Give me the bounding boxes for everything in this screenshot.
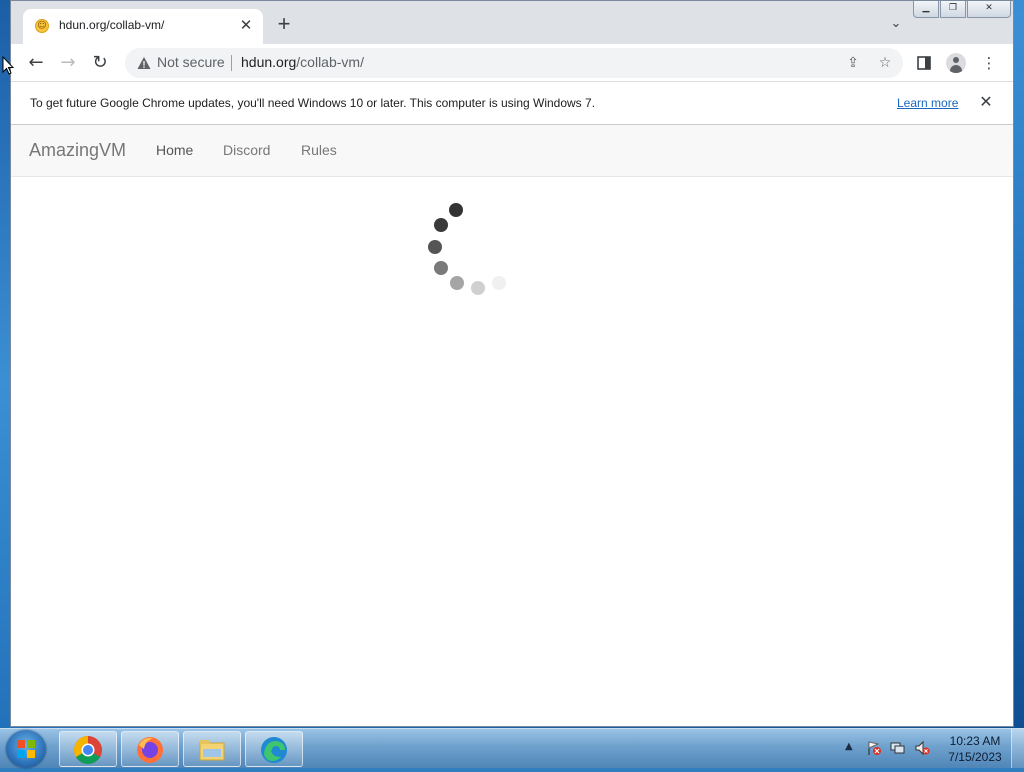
taskbar-chrome[interactable]: [59, 731, 117, 767]
back-arrow-icon[interactable]: ←: [23, 50, 49, 76]
volume-muted-icon[interactable]: [914, 740, 930, 756]
windows-taskbar: ▲ 10:23 AM 7/15/2023: [0, 728, 1024, 768]
kebab-menu-icon[interactable]: ⋮: [977, 51, 1001, 75]
tab-active[interactable]: ☺ hdun.org/collab-vm/ ✕: [23, 9, 263, 44]
tab-strip: ☺ hdun.org/collab-vm/ ✕ + ⌄ ▁ ❐ ✕: [11, 1, 1013, 44]
nav-rules[interactable]: Rules: [301, 142, 337, 158]
edge-icon: [261, 737, 287, 763]
browser-toolbar: ← → ↻ Not secure hdun.org/collab-vm/ ⇪ ☆…: [11, 44, 1013, 81]
network-icon[interactable]: [890, 740, 906, 756]
action-center-flag-icon[interactable]: [866, 740, 882, 756]
web-page: AmazingVM Home Discord Rules: [11, 125, 1013, 726]
forward-arrow-icon[interactable]: →: [55, 50, 81, 76]
address-bar[interactable]: Not secure hdun.org/collab-vm/ ⇪ ☆: [125, 48, 903, 78]
start-button[interactable]: [6, 730, 46, 768]
smiley-favicon-icon: ☺: [35, 19, 49, 33]
url-text[interactable]: hdun.org/collab-vm/: [241, 54, 364, 70]
not-secure-label[interactable]: Not secure: [157, 54, 225, 70]
tab-close-icon[interactable]: ✕: [237, 16, 255, 34]
url-path: /collab-vm/: [296, 54, 364, 70]
taskbar-edge[interactable]: [245, 731, 303, 767]
tab-search-chevron-icon[interactable]: ⌄: [887, 15, 905, 33]
minimize-button[interactable]: ▁: [913, 1, 939, 18]
share-icon[interactable]: ⇪: [843, 53, 863, 73]
system-clock[interactable]: 10:23 AM 7/15/2023: [940, 733, 1010, 765]
mouse-cursor-icon: [2, 56, 14, 75]
tray-expand-icon[interactable]: ▲: [845, 741, 853, 752]
taskbar-explorer[interactable]: [183, 731, 241, 767]
tab-title: hdun.org/collab-vm/: [59, 18, 165, 32]
nav-discord[interactable]: Discord: [223, 142, 270, 158]
warning-triangle-icon: [137, 57, 151, 69]
taskbar-firefox[interactable]: [121, 731, 179, 767]
clock-time: 10:23 AM: [949, 734, 1001, 748]
clock-date: 7/15/2023: [948, 750, 1002, 764]
infobar-close-icon[interactable]: ✕: [977, 92, 995, 112]
infobar-message: To get future Google Chrome updates, you…: [30, 96, 596, 110]
window-close-button[interactable]: ✕: [967, 1, 1011, 18]
nav-home[interactable]: Home: [156, 142, 193, 158]
chrome-icon: [74, 736, 102, 764]
side-panel-icon[interactable]: [912, 51, 936, 75]
new-tab-button[interactable]: +: [273, 13, 295, 36]
omnibox-divider: [231, 55, 232, 71]
bookmark-star-icon[interactable]: ☆: [875, 53, 895, 73]
show-desktop-button[interactable]: [1011, 729, 1024, 768]
url-domain: hdun.org: [241, 54, 297, 70]
site-brand[interactable]: AmazingVM: [29, 140, 126, 161]
update-infobar: To get future Google Chrome updates, you…: [11, 81, 1013, 125]
site-navbar: AmazingVM Home Discord Rules: [11, 125, 1013, 177]
learn-more-link[interactable]: Learn more: [897, 96, 958, 110]
chrome-window: ☺ hdun.org/collab-vm/ ✕ + ⌄ ▁ ❐ ✕ ← → ↻ …: [10, 0, 1014, 727]
file-explorer-icon: [199, 740, 225, 761]
maximize-button[interactable]: ❐: [940, 1, 966, 18]
profile-avatar-icon[interactable]: [946, 53, 966, 73]
loading-spinner-icon: [428, 203, 506, 295]
firefox-icon: [137, 737, 163, 763]
reload-icon[interactable]: ↻: [87, 50, 113, 76]
